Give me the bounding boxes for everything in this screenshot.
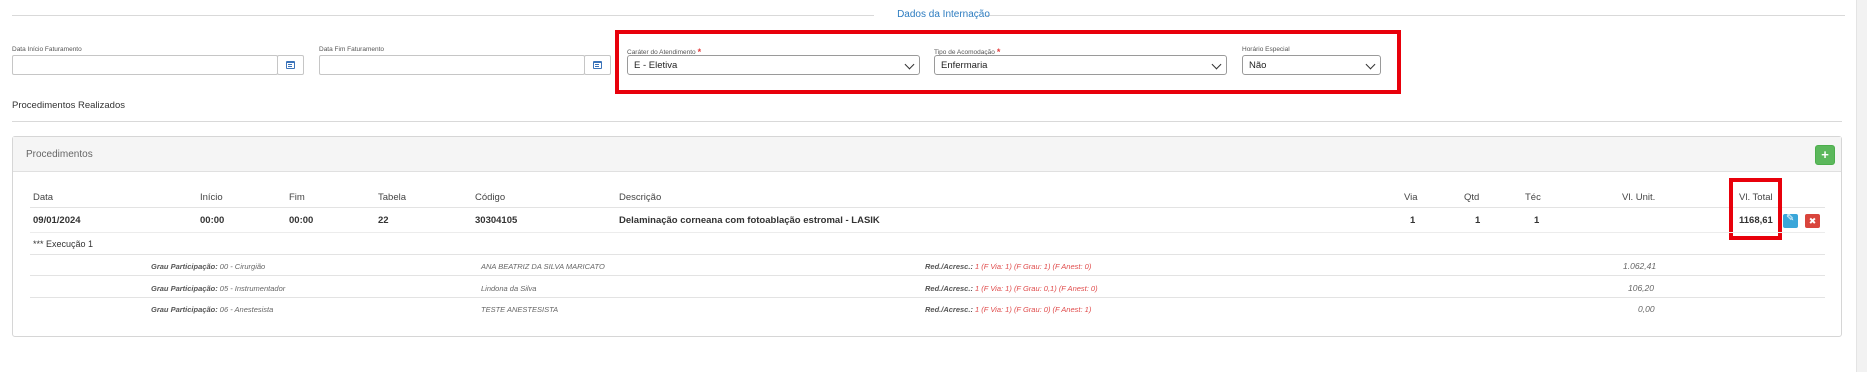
plus-icon: + bbox=[1821, 147, 1829, 162]
data-fim-input[interactable] bbox=[319, 55, 585, 75]
data-fim-calendar-button[interactable] bbox=[584, 55, 611, 75]
participacao-grau: Grau Participação: 06 - Anestesista bbox=[151, 305, 274, 314]
panel-header: Procedimentos + bbox=[13, 137, 1841, 172]
data-fim-label: Data Fim Faturamento bbox=[319, 46, 385, 53]
row-via: 1 bbox=[1410, 215, 1416, 226]
participacao-red: Red./Acresc.: 1 (F Via: 1) (F Grau: 0,1)… bbox=[925, 284, 1098, 293]
row-codigo: 30304105 bbox=[475, 215, 518, 226]
section-title: Dados da Internação bbox=[897, 9, 990, 20]
calendar-icon bbox=[593, 61, 602, 69]
col-header-descricao: Descrição bbox=[619, 192, 662, 203]
col-header-tabela: Tabela bbox=[378, 192, 406, 203]
row-fim: 00:00 bbox=[289, 215, 314, 226]
col-header-via: Via bbox=[1404, 192, 1418, 203]
panel-title: Procedimentos bbox=[26, 149, 93, 160]
row-divider bbox=[30, 232, 1825, 233]
col-header-codigo: Código bbox=[475, 192, 506, 203]
section-divider-left bbox=[12, 15, 874, 16]
highlight-box-selects bbox=[615, 30, 1401, 94]
participacao-red: Red./Acresc.: 1 (F Via: 1) (F Grau: 0) (… bbox=[925, 305, 1092, 314]
participacao-grau: Grau Participação: 00 - Cirurgião bbox=[151, 262, 266, 271]
sub-divider-1 bbox=[30, 254, 1825, 255]
participacao-valor: 0,00 bbox=[1638, 304, 1655, 314]
row-tec: 1 bbox=[1534, 215, 1540, 226]
col-header-fim: Fim bbox=[289, 192, 305, 203]
sub-divider-2 bbox=[30, 275, 1825, 276]
row-inicio: 00:00 bbox=[200, 215, 225, 226]
participacao-red: Red./Acresc.: 1 (F Via: 1) (F Grau: 1) (… bbox=[925, 262, 1092, 271]
procedimentos-realizados-title: Procedimentos Realizados bbox=[12, 100, 126, 111]
execucao-label: *** Execução 1 bbox=[33, 239, 94, 249]
col-header-inicio: Início bbox=[200, 192, 223, 203]
row-descricao: Delaminação corneana com fotoablação est… bbox=[619, 215, 880, 226]
participacao-nome: TESTE ANESTESISTA bbox=[481, 305, 559, 314]
delete-icon[interactable]: ✖ bbox=[1805, 214, 1820, 228]
scrollbar[interactable] bbox=[1856, 0, 1867, 372]
subtitle-divider bbox=[12, 121, 1842, 122]
data-inicio-input[interactable] bbox=[12, 55, 278, 75]
col-header-tec: Téc bbox=[1525, 192, 1541, 203]
data-inicio-label: Data Início Faturamento bbox=[12, 46, 82, 53]
participacao-valor: 106,20 bbox=[1628, 283, 1654, 293]
highlight-box-vl-total bbox=[1729, 178, 1782, 240]
row-tabela: 22 bbox=[378, 215, 389, 226]
header-divider bbox=[30, 207, 1825, 208]
data-inicio-calendar-button[interactable] bbox=[277, 55, 304, 75]
add-procedimento-button[interactable]: + bbox=[1815, 145, 1835, 165]
participacao-grau: Grau Participação: 05 - Instrumentador bbox=[151, 284, 286, 293]
sub-divider-3 bbox=[30, 297, 1825, 298]
col-header-vl-unit: Vl. Unit. bbox=[1622, 192, 1656, 203]
section-divider-right bbox=[985, 15, 1845, 16]
participacao-nome: Lindona da Silva bbox=[481, 284, 537, 293]
calendar-icon bbox=[286, 61, 295, 69]
col-header-qtd: Qtd bbox=[1464, 192, 1480, 203]
col-header-data: Data bbox=[33, 192, 54, 203]
row-qtd: 1 bbox=[1475, 215, 1481, 226]
edit-icon[interactable] bbox=[1783, 213, 1798, 228]
participacao-nome: ANA BEATRIZ DA SILVA MARICATO bbox=[481, 262, 605, 271]
row-data: 09/01/2024 bbox=[33, 215, 81, 226]
participacao-valor: 1.062,41 bbox=[1623, 261, 1657, 271]
